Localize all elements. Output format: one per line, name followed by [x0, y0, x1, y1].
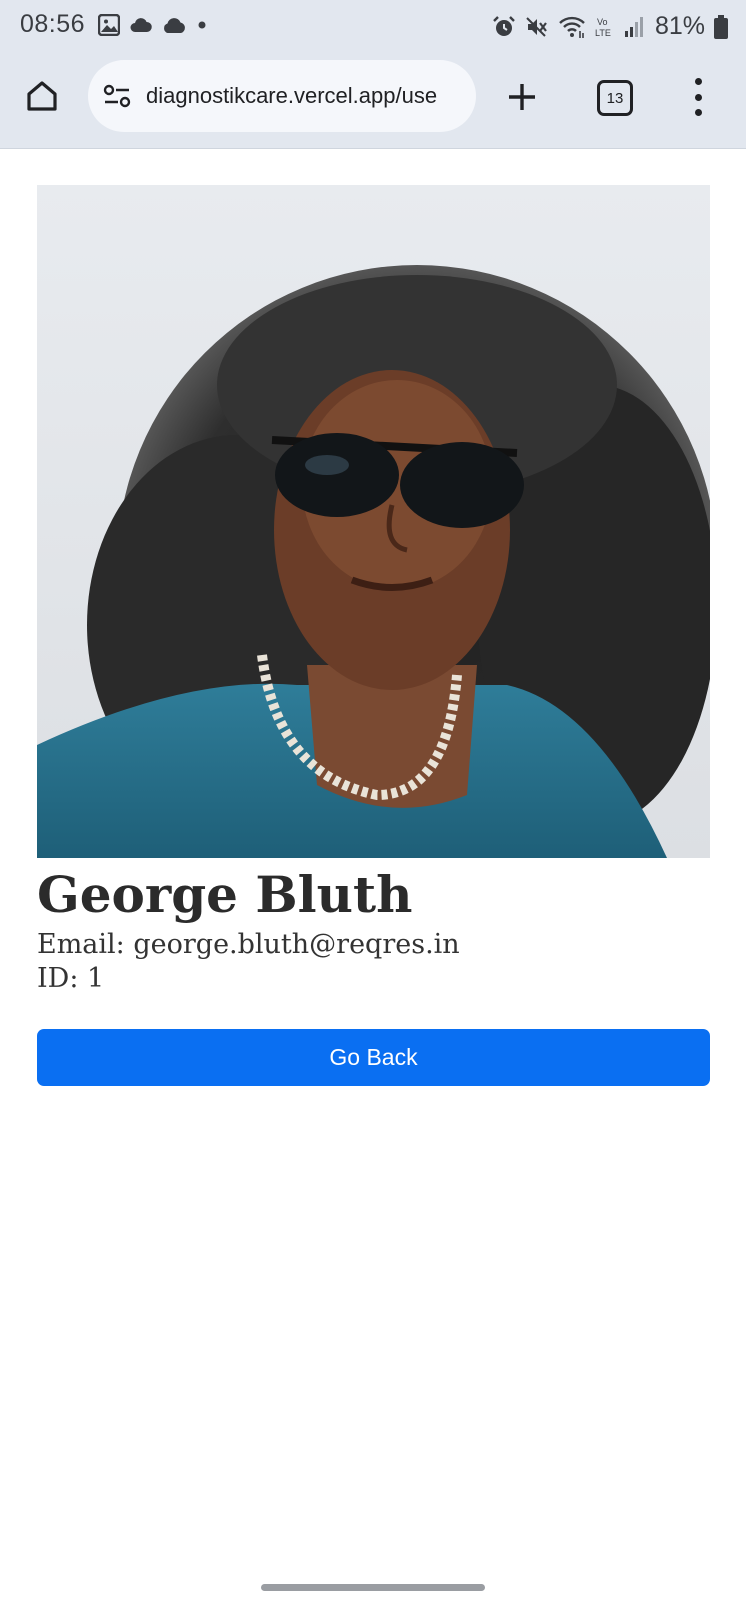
- wifi-icon: [559, 16, 585, 38]
- home-button[interactable]: [22, 76, 62, 116]
- image-icon: [98, 14, 120, 36]
- address-bar[interactable]: diagnostikcare.vercel.app/use: [88, 60, 476, 132]
- mute-icon: [526, 16, 547, 37]
- home-icon: [27, 81, 57, 111]
- signal-icon: [624, 16, 643, 37]
- user-id: ID: 1: [37, 963, 105, 994]
- plus-icon: [509, 84, 535, 110]
- user-email: Email: george.bluth@reqres.in: [37, 929, 460, 960]
- site-settings-icon[interactable]: [102, 81, 132, 111]
- user-avatar: [37, 185, 710, 858]
- svg-text:LTE: LTE: [595, 28, 611, 38]
- screen: 08:56 Vo LTE 81% diagnostikcare.vercel.a…: [0, 0, 746, 1600]
- tab-switcher-button[interactable]: 13: [597, 80, 633, 116]
- status-right-icons: Vo LTE 81%: [492, 12, 728, 41]
- status-bar: 08:56 Vo LTE 81%: [0, 0, 746, 52]
- battery-icon: [714, 14, 728, 39]
- user-detail-card: George Bluth Email: george.bluth@reqres.…: [37, 185, 710, 1086]
- url-text[interactable]: diagnostikcare.vercel.app/use: [146, 83, 437, 109]
- dot-icon: [198, 21, 206, 29]
- new-tab-button[interactable]: [503, 78, 541, 116]
- status-left-icons: [98, 14, 207, 36]
- cloud-icon: [130, 18, 152, 32]
- more-vert-icon[interactable]: [688, 78, 708, 116]
- battery-percent: 81%: [654, 12, 705, 40]
- cloud-icon: [164, 17, 185, 33]
- alarm-icon: [493, 15, 515, 36]
- gesture-nav-handle[interactable]: [261, 1584, 485, 1591]
- status-time: 08:56: [20, 10, 86, 38]
- tab-count: 13: [606, 89, 624, 107]
- user-name: George Bluth: [37, 865, 413, 924]
- go-back-button[interactable]: Go Back: [37, 1029, 710, 1086]
- browser-toolbar: diagnostikcare.vercel.app/use 13: [0, 52, 746, 149]
- svg-text:Vo: Vo: [597, 17, 608, 27]
- volte-icon: Vo LTE: [595, 17, 611, 38]
